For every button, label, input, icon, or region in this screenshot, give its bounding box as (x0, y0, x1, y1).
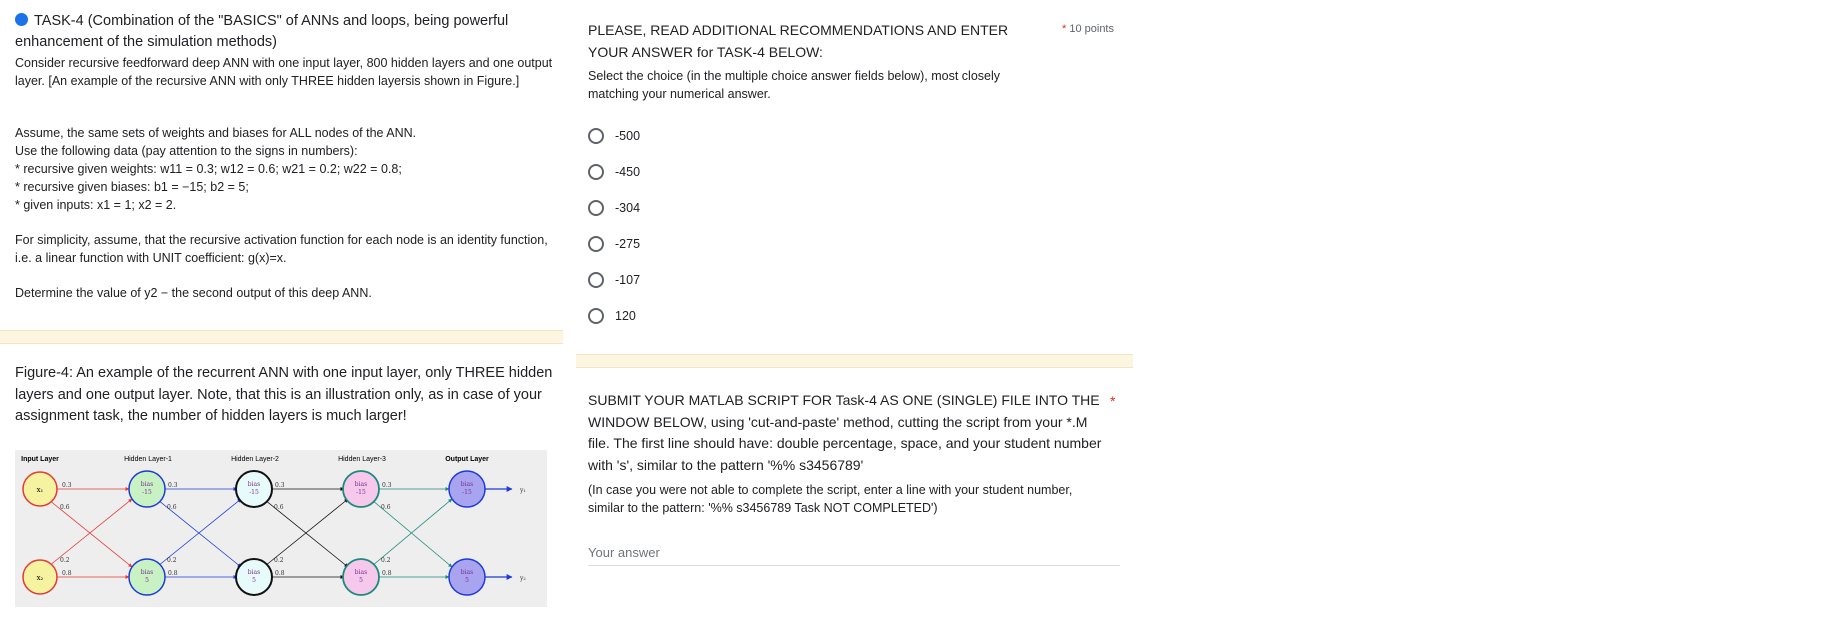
biases-text: * recursive given biases: b1 = −15; b2 =… (15, 180, 249, 194)
radio-icon[interactable] (588, 308, 604, 324)
input-label-x2: x₂ (37, 574, 44, 582)
weight-label: 0.6 (381, 504, 391, 511)
use-data-text: Use the following data (pay attention to… (15, 144, 358, 158)
weight-label: 0.6 (167, 504, 177, 511)
bias-word: bias (355, 481, 367, 488)
inputs-text: * given inputs: x1 = 1; x2 = 2. (15, 198, 177, 212)
option-label[interactable]: -275 (615, 237, 640, 251)
bias-value: 5 (359, 577, 363, 584)
bias-word: bias (248, 569, 260, 576)
option-radio-4[interactable]: -275 (588, 233, 640, 255)
weight-label: 0.3 (382, 482, 392, 489)
bias-value: -15 (249, 489, 259, 496)
weight-label: 0.2 (381, 557, 391, 564)
weight-label: 0.2 (274, 557, 284, 564)
option-radio-5[interactable]: -107 (588, 269, 640, 291)
weight-label: 0.8 (168, 570, 178, 577)
task-title: TASK-4 (Combination of the "BASICS" of A… (15, 11, 560, 53)
weights-text: * recursive given weights: w11 = 0.3; w1… (15, 162, 402, 176)
layer-title-input: Input Layer (21, 456, 59, 463)
section-divider (0, 330, 563, 344)
output-label-y2: y₂ (519, 575, 526, 582)
points-label: 10 points (1069, 23, 1114, 35)
option-label[interactable]: -304 (615, 201, 640, 215)
submit-subtitle: (In case you were not able to complete t… (588, 483, 1073, 515)
status-dot-icon (15, 13, 28, 26)
layer-title-hidden-2: Hidden Layer-2 (231, 456, 279, 463)
required-mark: * (1062, 23, 1067, 35)
task-title-text: TASK-4 (Combination of the "BASICS" of A… (15, 13, 509, 50)
layer-title-hidden-3: Hidden Layer-3 (338, 456, 386, 463)
weight-label: 0.8 (62, 570, 72, 577)
option-radio-1[interactable]: -500 (588, 125, 640, 147)
determine-text: Determine the value of y2 − the second o… (15, 286, 372, 300)
question-points: * 10 points (1062, 23, 1114, 35)
bias-value: -15 (462, 489, 472, 496)
weight-label: 0.2 (60, 557, 70, 564)
bias-word: bias (141, 481, 153, 488)
section-divider (576, 354, 1133, 368)
weight-label: 0.6 (60, 504, 70, 511)
task-description: Consider recursive feedforward deep ANN … (15, 56, 553, 88)
required-mark: * (1110, 393, 1116, 409)
radio-icon[interactable] (588, 164, 604, 180)
bias-value: -15 (356, 489, 366, 496)
bias-value: 5 (145, 577, 149, 584)
assume-text: Assume, the same sets of weights and bia… (15, 126, 417, 140)
option-label[interactable]: -500 (615, 129, 640, 143)
question-title: PLEASE, READ ADDITIONAL RECOMMENDATIONS … (588, 22, 1009, 60)
layer-title-hidden-1: Hidden Layer-1 (124, 456, 172, 463)
bias-word: bias (141, 569, 153, 576)
weight-label: 0.6 (274, 504, 284, 511)
bias-value: 5 (252, 577, 256, 584)
weight-label: 0.3 (62, 482, 72, 489)
radio-icon[interactable] (588, 236, 604, 252)
option-label[interactable]: -107 (615, 273, 640, 287)
question-subtitle: Select the choice (in the multiple choic… (588, 69, 1000, 101)
weight-label: 0.8 (275, 570, 285, 577)
output-label-y1: y₁ (519, 487, 526, 494)
ann-figure: Input Layer Hidden Layer-1 Hidden Layer-… (15, 450, 547, 607)
radio-icon[interactable] (588, 200, 604, 216)
bias-value: 5 (465, 577, 469, 584)
weight-label: 0.8 (382, 570, 392, 577)
bias-value: -15 (142, 489, 152, 496)
option-radio-3[interactable]: -304 (588, 197, 640, 219)
weight-label: 0.2 (167, 557, 177, 564)
input-label-x1: x₁ (37, 486, 44, 494)
option-label[interactable]: -450 (615, 165, 640, 179)
radio-icon[interactable] (588, 272, 604, 288)
bias-word: bias (355, 569, 367, 576)
layer-title-output: Output Layer (445, 456, 489, 463)
option-radio-6[interactable]: 120 (588, 305, 636, 327)
option-radio-2[interactable]: -450 (588, 161, 640, 183)
simplicity-text: For simplicity, assume, that the recursi… (15, 233, 548, 265)
ann-diagram: Input Layer Hidden Layer-1 Hidden Layer-… (21, 456, 526, 596)
option-label[interactable]: 120 (615, 309, 636, 323)
bias-word: bias (461, 569, 473, 576)
answer-input[interactable]: Your answer (588, 543, 1120, 566)
submit-title: SUBMIT YOUR MATLAB SCRIPT FOR Task-4 AS … (588, 392, 1102, 473)
weight-label: 0.3 (275, 482, 285, 489)
bias-word: bias (248, 481, 260, 488)
figure-caption: Figure-4: An example of the recurrent AN… (15, 365, 553, 424)
bias-word: bias (461, 481, 473, 488)
weight-label: 0.3 (168, 482, 178, 489)
radio-icon[interactable] (588, 128, 604, 144)
